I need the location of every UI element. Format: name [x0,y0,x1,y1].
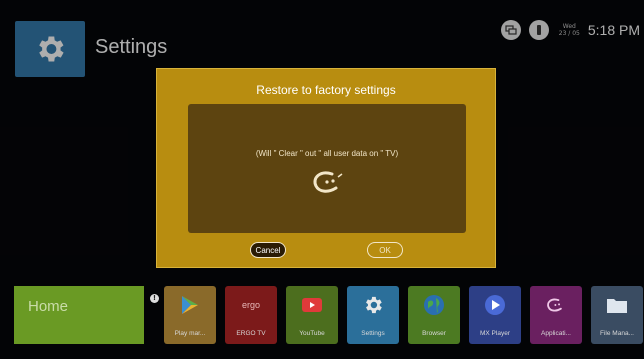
folder-icon [605,293,629,317]
app-tile-mx-player[interactable]: MX Player [469,286,521,344]
ergo-tv-icon: ergo [241,300,260,310]
dialog-message: (Will " Clear " out " all user data on "… [255,149,399,158]
globe-icon [422,293,446,317]
youtube-icon [300,293,324,317]
app-tile-youtube[interactable]: YouTube [286,286,338,344]
app-label: Browser [422,330,446,337]
dialog-message-panel: (Will " Clear " out " all user data on "… [188,104,466,233]
app-label: Applicati... [541,330,571,337]
brand-logo-icon [313,171,343,193]
app-tile-settings[interactable]: Settings [347,286,399,344]
apps-icon [544,293,568,317]
info-icon[interactable]: ! [150,294,159,303]
app-tile-file-manager[interactable]: File Mana... [591,286,643,344]
app-tile-browser[interactable]: Browser [408,286,460,344]
app-tile-play-market[interactable]: Play mar... [164,286,216,344]
factory-reset-dialog: Restore to factory settings (Will " Clea… [156,68,496,268]
app-label: YouTube [299,330,325,337]
app-label: MX Player [480,330,510,337]
app-label: ERGO TV [236,330,266,337]
dialog-title: Restore to factory settings [256,83,396,97]
mx-player-icon [483,293,507,317]
app-tile-applications[interactable]: Applicati... [530,286,582,344]
ok-button[interactable]: OK [367,242,403,258]
app-label: Play mar... [174,330,206,337]
app-label: Settings [361,330,385,337]
home-tile[interactable]: Home [14,286,144,344]
cancel-button[interactable]: Cancel [250,242,286,258]
app-label: File Mana... [600,330,634,337]
gear-icon [361,293,385,317]
app-tile-ergo-tv[interactable]: ergo ERGO TV [225,286,277,344]
play-store-icon [178,293,202,317]
